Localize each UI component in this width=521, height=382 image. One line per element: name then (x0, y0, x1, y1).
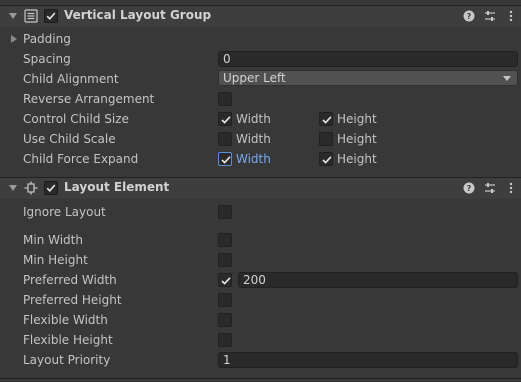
checkmark-icon (221, 156, 231, 164)
collapse-arrow-icon[interactable] (9, 185, 17, 191)
child-force-expand-width-checkbox[interactable] (218, 152, 232, 166)
component-title: Layout Element (64, 180, 170, 194)
child-alignment-label: Child Alignment (23, 72, 119, 86)
section-divider (0, 378, 521, 379)
min-width-checkbox[interactable] (218, 233, 232, 247)
padding-foldout-icon[interactable] (11, 35, 17, 43)
svg-text:?: ? (467, 184, 472, 193)
child-force-expand-height-label: Height (337, 152, 377, 166)
min-height-checkbox[interactable] (218, 253, 232, 267)
use-child-scale-height-label: Height (337, 132, 377, 146)
collapse-arrow-icon[interactable] (9, 13, 17, 19)
checkmark-icon (221, 277, 231, 285)
preferred-height-checkbox[interactable] (218, 293, 232, 307)
chevron-down-icon (503, 76, 511, 81)
layout-priority-label: Layout Priority (23, 353, 111, 367)
checkmark-icon (221, 116, 231, 124)
control-child-size-width-checkbox[interactable] (218, 112, 232, 126)
preferred-height-label: Preferred Height (23, 293, 122, 307)
use-child-scale-width-label: Width (236, 132, 271, 146)
reverse-arrangement-label: Reverse Arrangement (23, 92, 155, 106)
min-height-label: Min Height (23, 253, 88, 267)
flexible-width-checkbox[interactable] (218, 313, 232, 327)
control-child-size-height-checkbox[interactable] (319, 112, 333, 126)
use-child-scale-height-checkbox[interactable] (319, 132, 333, 146)
min-width-label: Min Width (23, 233, 83, 247)
flexible-height-label: Flexible Height (23, 333, 113, 347)
help-icon[interactable]: ? (462, 181, 476, 195)
use-child-scale-label: Use Child Scale (23, 132, 116, 146)
header-divider (0, 177, 521, 178)
presets-icon[interactable] (483, 9, 497, 23)
control-child-size-label: Control Child Size (23, 112, 129, 126)
reverse-arrangement-checkbox[interactable] (218, 92, 232, 106)
child-force-expand-width-label: Width (236, 152, 271, 166)
checkmark-icon (322, 116, 332, 124)
child-alignment-value: Upper Left (223, 71, 286, 85)
vertical-layout-group-header[interactable]: Vertical Layout Group ? (0, 5, 521, 27)
layout-element-header[interactable]: Layout Element ? (0, 177, 521, 199)
preferred-width-input[interactable]: 200 (238, 272, 518, 288)
ignore-layout-checkbox[interactable] (218, 205, 232, 219)
layout-element-icon (24, 181, 38, 195)
control-child-size-width-label: Width (236, 112, 271, 126)
presets-icon[interactable] (483, 181, 497, 195)
header-divider (0, 5, 521, 6)
preferred-width-label: Preferred Width (23, 273, 117, 287)
more-vertical-icon[interactable] (504, 9, 518, 23)
more-vertical-icon[interactable] (504, 181, 518, 195)
list-icon (24, 9, 38, 23)
help-icon[interactable]: ? (462, 9, 476, 23)
padding-label[interactable]: Padding (23, 32, 71, 46)
child-force-expand-height-checkbox[interactable] (319, 152, 333, 166)
spacing-input[interactable]: 0 (218, 51, 518, 67)
child-force-expand-label: Child Force Expand (23, 152, 139, 166)
control-child-size-height-label: Height (337, 112, 377, 126)
flexible-height-checkbox[interactable] (218, 333, 232, 347)
child-alignment-dropdown[interactable]: Upper Left (218, 70, 518, 86)
ignore-layout-label: Ignore Layout (23, 205, 106, 219)
svg-text:?: ? (467, 12, 472, 21)
layout-priority-input[interactable]: 1 (218, 352, 518, 368)
use-child-scale-width-checkbox[interactable] (218, 132, 232, 146)
component-enabled-toggle[interactable] (44, 9, 58, 23)
component-enabled-toggle[interactable] (44, 181, 58, 195)
component-title: Vertical Layout Group (64, 8, 212, 22)
checkmark-icon (322, 156, 332, 164)
preferred-width-checkbox[interactable] (218, 273, 232, 287)
spacing-label: Spacing (23, 52, 71, 66)
flexible-width-label: Flexible Width (23, 313, 108, 327)
